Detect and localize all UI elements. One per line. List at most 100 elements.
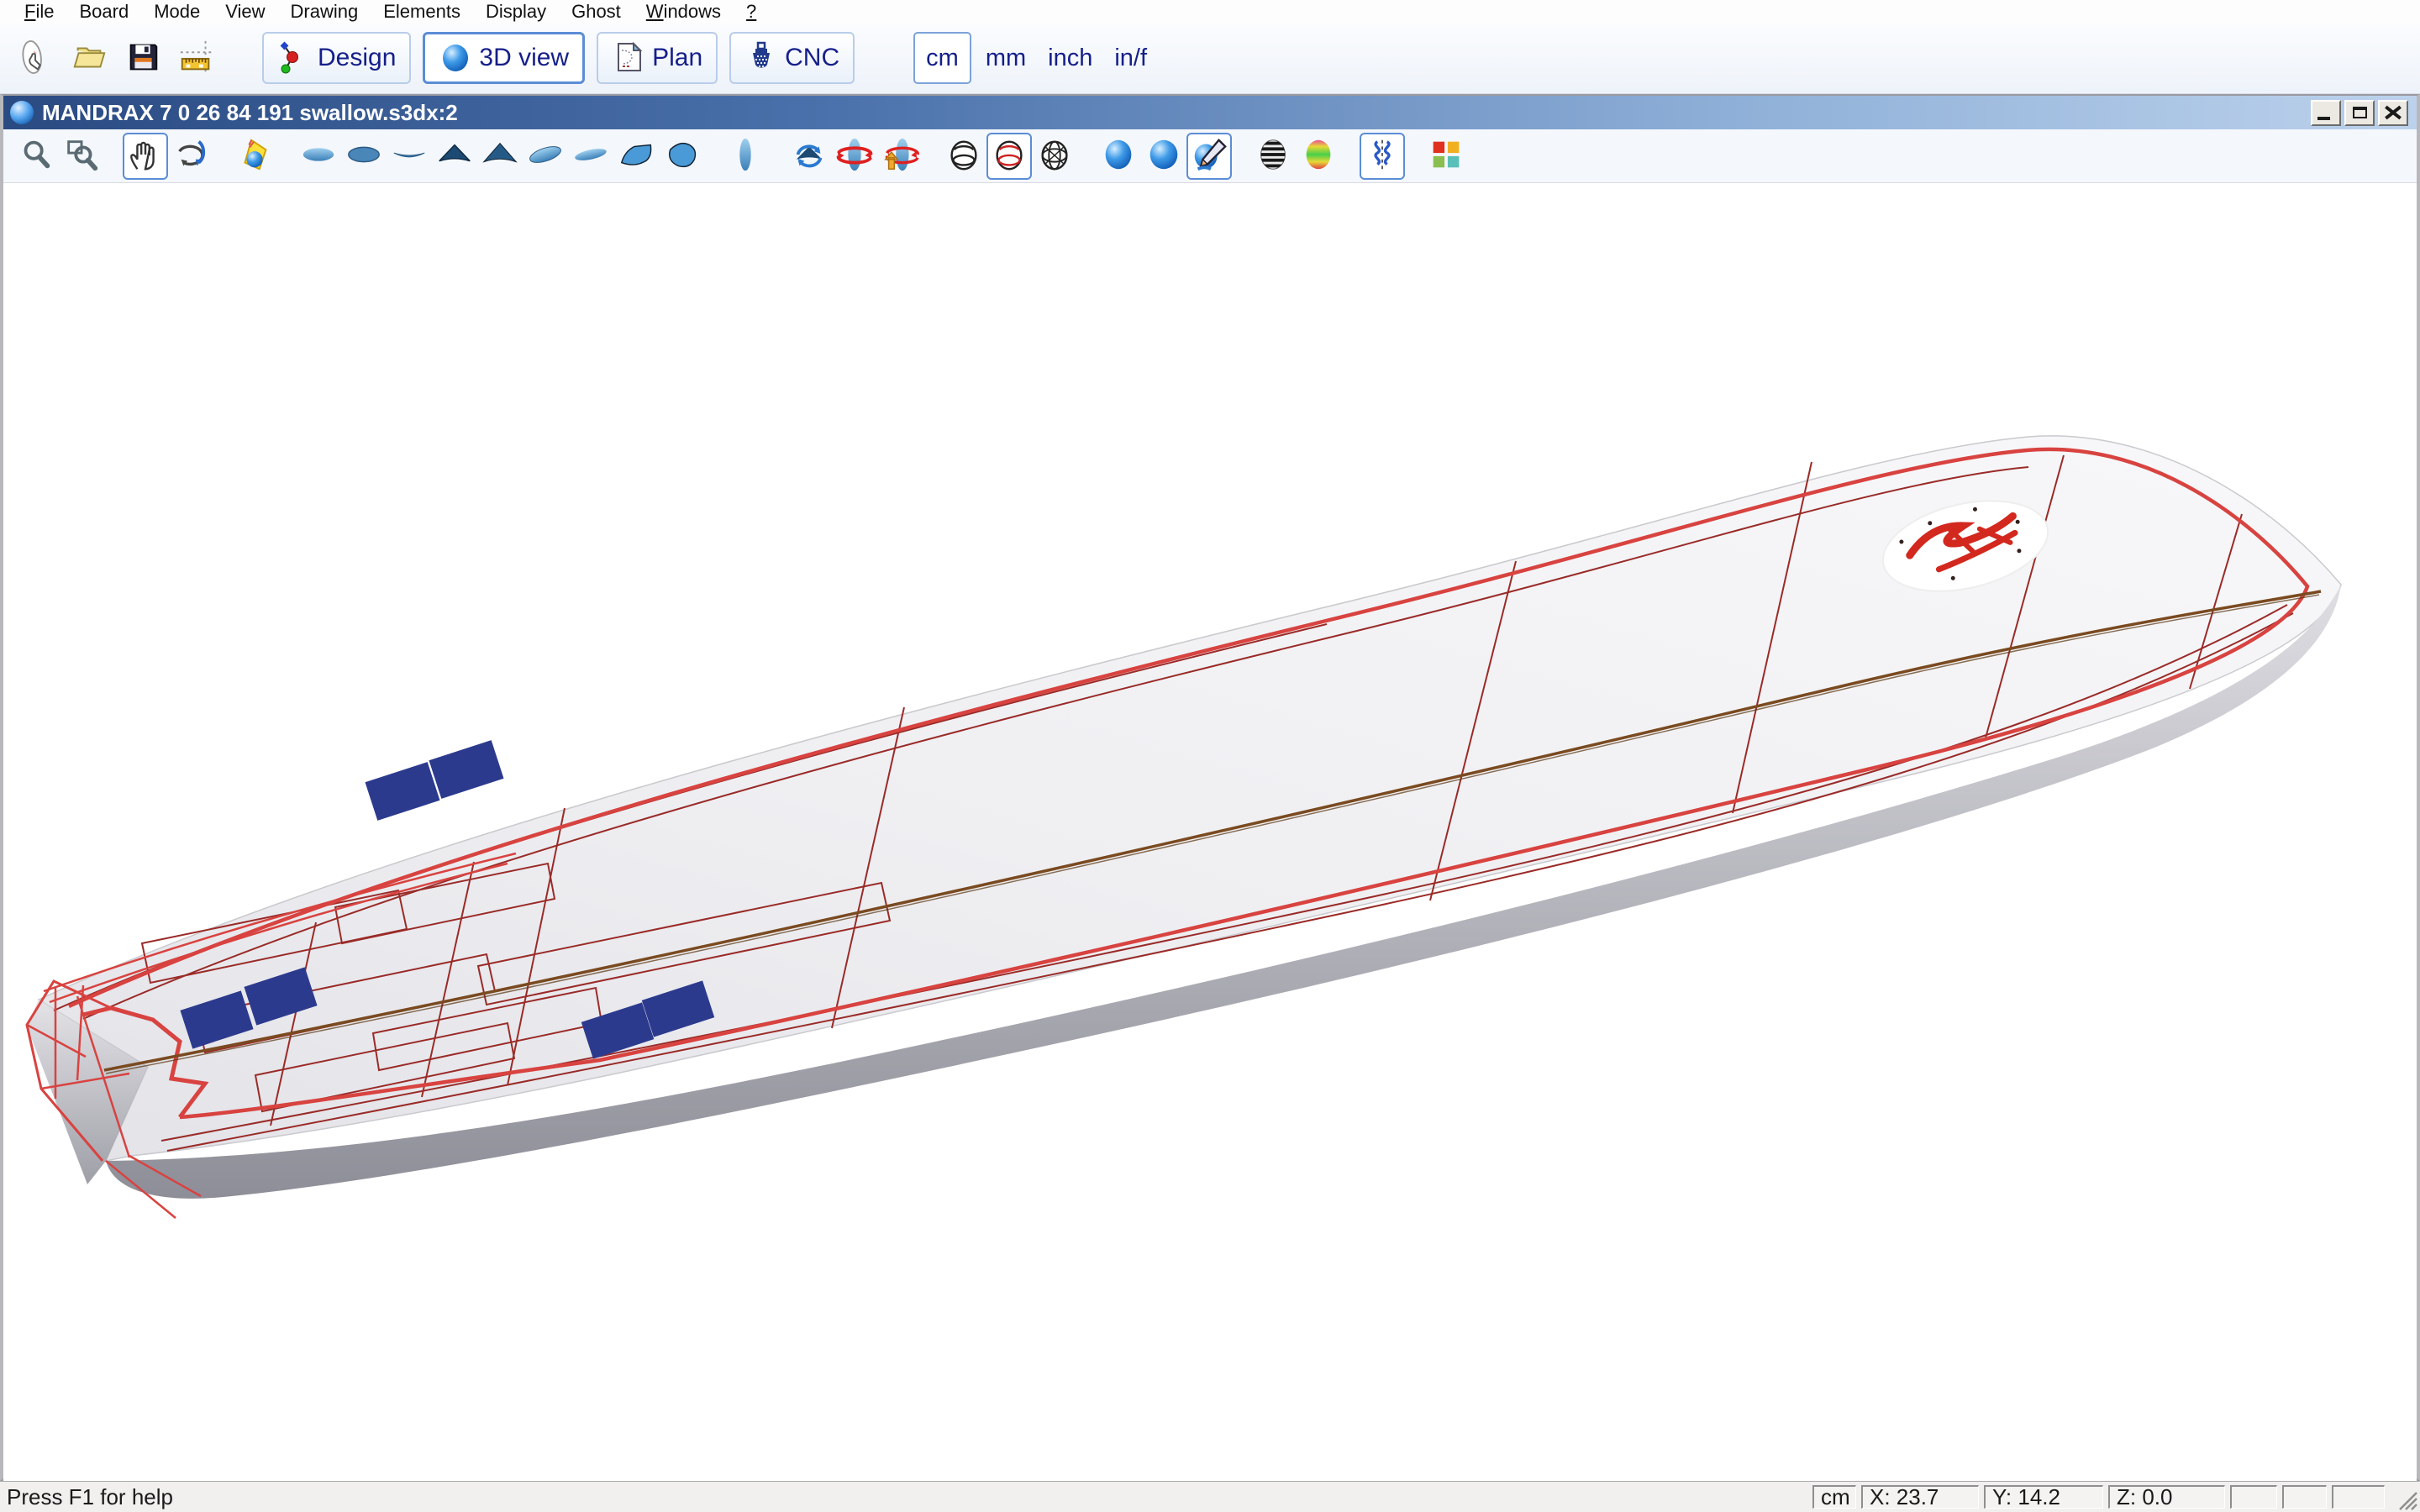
mesh-sphere-icon (1035, 135, 1074, 176)
symmetry-flip-button[interactable] (1360, 133, 1405, 180)
maximize-button[interactable] (2344, 100, 2375, 126)
minimize-button[interactable] (2311, 100, 2341, 126)
rocker-view-icon (390, 135, 429, 176)
wireframe-sphere-red-icon (990, 135, 1028, 176)
wireframe-sphere-icon (944, 135, 983, 176)
menu-item-view[interactable]: View (213, 1, 277, 23)
rotate-view-icon (171, 135, 210, 176)
rainbow-sphere-button[interactable] (1296, 133, 1341, 180)
light-button[interactable] (232, 133, 277, 180)
open-folder-button[interactable] (67, 32, 111, 84)
menu-item-?[interactable]: ? (734, 1, 769, 23)
edit-surface-pencil-button[interactable] (1186, 133, 1232, 180)
app-sphere-icon (10, 101, 34, 124)
rotate-view-button[interactable] (168, 133, 213, 180)
menu-item-windows[interactable]: Windows (634, 1, 734, 23)
menu-item-elements[interactable]: Elements (371, 1, 473, 23)
surfboard-3d-render (3, 183, 2417, 1481)
document-titlebar[interactable]: MANDRAX 7 0 26 84 191 swallow.s3dx:2 (3, 96, 2417, 129)
close-button[interactable] (2378, 100, 2408, 126)
color-palette-button[interactable] (1423, 133, 1469, 180)
menu-item-mode[interactable]: Mode (141, 1, 213, 23)
design-nodes-icon (277, 40, 311, 76)
rotate-board-vertical-button[interactable] (877, 133, 923, 180)
mode-button-plan[interactable]: Plan (597, 32, 718, 84)
new-board-button[interactable] (13, 32, 57, 84)
rotate-section-button[interactable] (786, 133, 832, 180)
status-cell-x: X: 23.7 (1861, 1485, 1979, 1509)
section-view-dark-button[interactable] (432, 133, 477, 180)
status-bar: Press F1 for help cmX: 23.7Y: 14.2Z: 0.0 (0, 1481, 2420, 1512)
menu-item-drawing[interactable]: Drawing (278, 1, 371, 23)
top-view-filled-button[interactable] (341, 133, 387, 180)
resize-grip[interactable] (2390, 1483, 2418, 1511)
perspective-view-3-button[interactable] (613, 133, 659, 180)
unit-in-f[interactable]: in/f (1103, 32, 1158, 84)
edit-surface-pencil-icon (1190, 135, 1228, 176)
menu-item-display[interactable]: Display (473, 1, 559, 23)
pan-hand-icon (126, 135, 165, 176)
unit-mm[interactable]: mm (975, 32, 1037, 84)
mode-button-label: 3D view (479, 44, 569, 72)
maximize-icon (2346, 102, 2373, 124)
menu-item-ghost[interactable]: Ghost (559, 1, 634, 23)
menu-bar: FileBoardModeViewDrawingElementsDisplayG… (0, 0, 2420, 23)
symmetry-flip-icon (1363, 135, 1402, 176)
mode-button-design[interactable]: Design (262, 32, 411, 84)
wireframe-sphere-button[interactable] (941, 133, 986, 180)
wireframe-sphere-red-button[interactable] (986, 133, 1032, 180)
status-cell-y: Y: 14.2 (1984, 1485, 2103, 1509)
save-button[interactable] (121, 32, 165, 84)
zebra-sphere-icon (1254, 135, 1292, 176)
zoom-icon (17, 135, 55, 176)
zoom-window-button[interactable] (59, 133, 104, 180)
top-view-icon (299, 135, 338, 176)
menu-item-board[interactable]: Board (66, 1, 141, 23)
mesh-sphere-button[interactable] (1032, 133, 1077, 180)
perspective-view-4-button[interactable] (659, 133, 704, 180)
shaded-sphere-smooth-icon (1144, 135, 1183, 176)
rotate-board-vertical-icon (881, 135, 919, 176)
menu-item-file[interactable]: File (12, 1, 66, 23)
front-view-button[interactable] (723, 133, 768, 180)
top-view-button[interactable] (296, 133, 341, 180)
zebra-sphere-button[interactable] (1250, 133, 1296, 180)
perspective-view-4-icon (662, 135, 701, 176)
shaded-sphere-icon (1099, 135, 1138, 176)
status-cell-empty-4 (2230, 1485, 2277, 1509)
perspective-view-2-button[interactable] (568, 133, 613, 180)
shaded-sphere-button[interactable] (1096, 133, 1141, 180)
light-icon (235, 135, 274, 176)
ruler-icon (177, 38, 216, 79)
rotate-board-horizontal-button[interactable] (832, 133, 877, 180)
mode-button-label: Design (318, 44, 396, 72)
section-view-button[interactable] (477, 133, 523, 180)
rocker-view-button[interactable] (387, 133, 432, 180)
pan-hand-button[interactable] (123, 133, 168, 180)
mode-button-cnc[interactable]: CNC (729, 32, 855, 84)
status-cell-z: Z: 0.0 (2108, 1485, 2225, 1509)
status-cell-cm: cm (1812, 1485, 1856, 1509)
mode-button-label: Plan (652, 44, 702, 72)
plan-document-icon (612, 40, 645, 76)
zoom-window-icon (62, 135, 101, 176)
perspective-view-1-button[interactable] (523, 133, 568, 180)
document-window: MANDRAX 7 0 26 84 191 swallow.s3dx:2 (0, 94, 2420, 1481)
3d-viewport[interactable] (3, 183, 2417, 1481)
ruler-button[interactable] (175, 32, 218, 84)
zoom-button[interactable] (13, 133, 59, 180)
shaded-sphere-smooth-button[interactable] (1141, 133, 1186, 180)
rotate-section-icon (790, 135, 829, 176)
save-icon (124, 38, 162, 79)
rainbow-sphere-icon (1299, 135, 1338, 176)
minimize-icon (2312, 102, 2339, 124)
status-cell-empty-5 (2282, 1485, 2327, 1509)
unit-inch[interactable]: inch (1037, 32, 1103, 84)
front-view-icon (726, 135, 765, 176)
status-cell-empty-6 (2332, 1485, 2385, 1509)
status-help-text: Press F1 for help (7, 1484, 1812, 1510)
mode-button-3d-view[interactable]: 3D view (423, 32, 585, 84)
unit-cm[interactable]: cm (913, 32, 971, 84)
section-view-icon (481, 135, 519, 176)
cnc-bit-icon (744, 40, 778, 76)
